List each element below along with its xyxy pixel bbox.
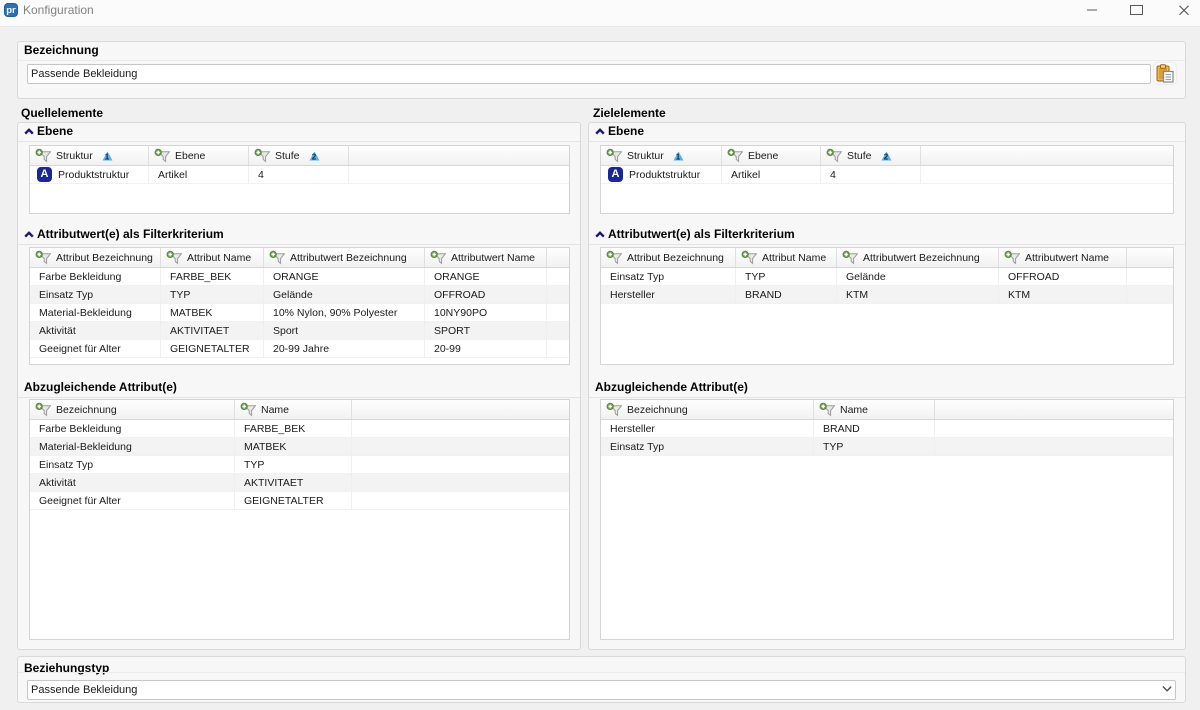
svg-text:1: 1 — [105, 152, 110, 160]
svg-text:2: 2 — [311, 152, 316, 160]
svg-text:1: 1 — [676, 152, 681, 160]
svg-text:2: 2 — [883, 152, 888, 160]
